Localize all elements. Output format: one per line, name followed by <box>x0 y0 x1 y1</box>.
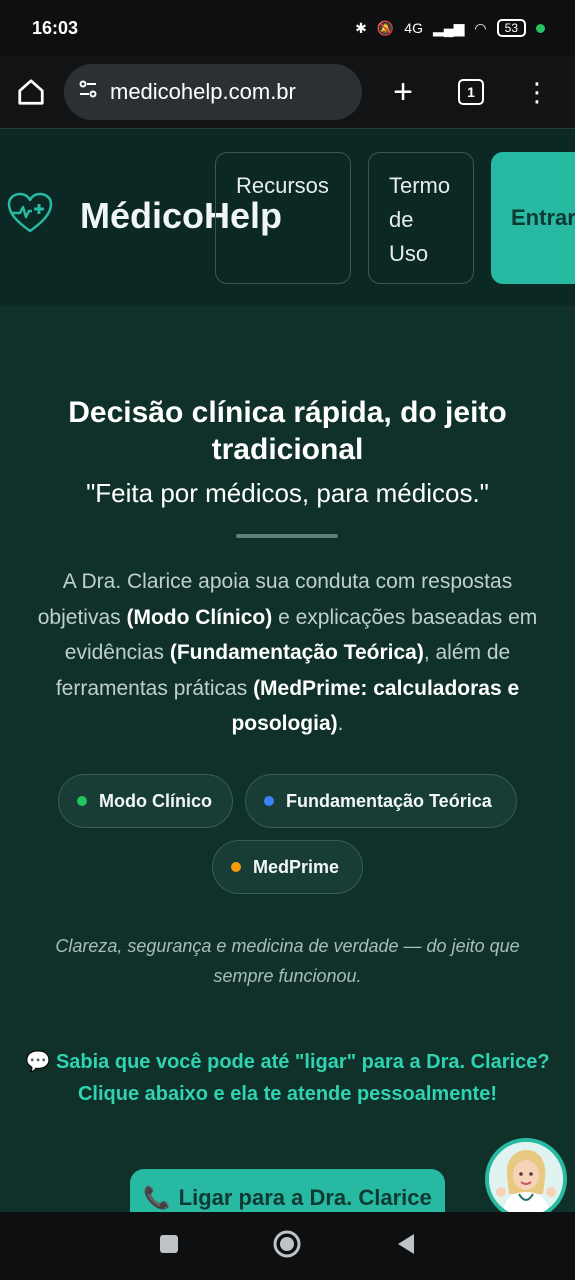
speech-bubble-icon: 💬 <box>25 1051 51 1073</box>
tab-switcher-button[interactable]: 1 <box>458 79 484 105</box>
divider <box>236 534 338 538</box>
chip-label: Modo Clínico <box>99 790 212 811</box>
clock: 16:03 <box>32 17 79 38</box>
privacy-dot-icon <box>536 23 545 33</box>
nav-termo-de-uso-button[interactable]: Termo de Uso <box>368 152 474 284</box>
status-bar: 16:03 ✱ 🔕 4G ▂▄▆ ◠ 53 <box>0 0 575 56</box>
site-settings-icon[interactable] <box>76 77 100 107</box>
desc-bold-2: (Fundamentação Teórica) <box>169 641 424 664</box>
call-button-label: Ligar para a Dra. Clarice <box>178 1185 432 1210</box>
site-header: MédicoHelp Recursos Termo de Uso Entrar <box>0 128 575 306</box>
recents-icon[interactable] <box>158 1233 180 1260</box>
chip-fundamentacao-teorica: Fundamentação Teórica <box>245 774 517 828</box>
chip-label: Fundamentação Teórica <box>286 790 492 811</box>
address-bar[interactable]: medicohelp.com.br <box>64 64 362 120</box>
wifi-icon: ◠ <box>474 19 487 36</box>
chip-modo-clinico: Modo Clínico <box>58 774 233 828</box>
new-tab-icon[interactable]: + <box>388 73 418 112</box>
status-icons: ✱ 🔕 4G ▂▄▆ ◠ 53 <box>355 19 545 37</box>
tab-count: 1 <box>467 84 475 100</box>
network-type: 4G <box>404 20 423 36</box>
green-dot-icon <box>77 796 87 806</box>
home-circle-icon[interactable] <box>272 1229 302 1264</box>
phone-icon: 📞 <box>143 1185 171 1210</box>
motto: Clareza, segurança e medicina de verdade… <box>55 936 520 986</box>
chip-label: MedPrime <box>253 856 340 877</box>
desc-bold-1: (Modo Clínico) <box>126 605 273 629</box>
dra-clarice-avatar[interactable] <box>485 1138 567 1220</box>
call-promo: 💬 Sabia que você pode até "ligar" para a… <box>20 1046 555 1110</box>
home-icon[interactable] <box>16 77 46 107</box>
chip-medprime: MedPrime <box>212 840 363 894</box>
url-text[interactable]: medicohelp.com.br <box>110 79 296 105</box>
back-icon[interactable] <box>394 1232 418 1261</box>
desc-bold-3: (MedPrime: calculadoras e posologia) <box>231 676 520 736</box>
hero-title: Decisão clínica rápida, do jeito tradici… <box>68 396 507 466</box>
heart-logo-icon <box>6 191 54 240</box>
hero-tagline: "Feita por médicos, para médicos." <box>86 478 489 508</box>
signal-icon: ▂▄▆ <box>432 19 465 36</box>
desc-text-4: . <box>337 712 344 735</box>
more-menu-icon[interactable]: ⋮ <box>524 77 550 108</box>
call-promo-text: Sabia que você pode até "ligar" para a D… <box>55 1051 550 1105</box>
mute-icon: 🔕 <box>376 19 395 36</box>
bluetooth-icon: ✱ <box>355 19 367 36</box>
battery-icon: 53 <box>496 19 526 37</box>
hero-section: Decisão clínica rápida, do jeito tradici… <box>0 306 575 1229</box>
battery-level: 53 <box>504 21 518 35</box>
login-button[interactable]: Entrar <box>491 152 575 284</box>
hero-description: A Dra. Clarice apoia sua conduta com res… <box>30 564 545 742</box>
browser-toolbar: medicohelp.com.br + 1 ⋮ <box>0 56 575 128</box>
blue-dot-icon <box>264 796 274 806</box>
orange-dot-icon <box>231 862 241 872</box>
nav-recursos-button[interactable]: Recursos <box>215 152 351 284</box>
system-nav-bar <box>0 1212 575 1280</box>
